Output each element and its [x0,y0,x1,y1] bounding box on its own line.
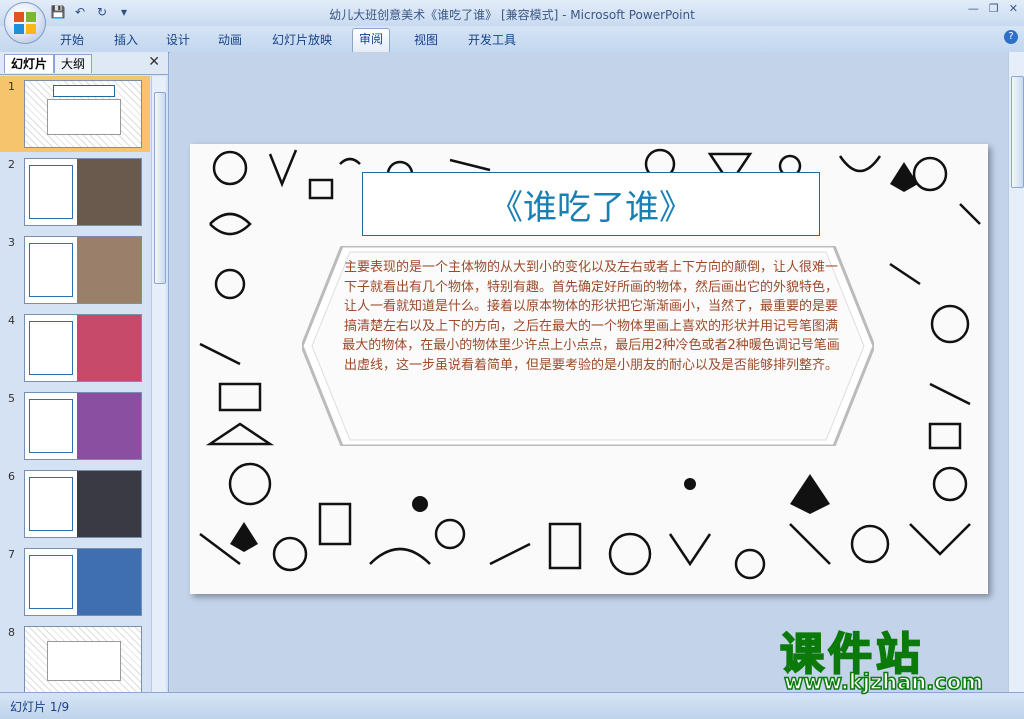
thumbnail-image [24,158,142,226]
slide-number: 6 [8,470,15,483]
slide-number: 2 [8,158,15,171]
thumbnail-scrollbar[interactable] [151,76,166,692]
tab-developer[interactable]: 开发工具 [462,30,522,50]
ribbon-tabs: 开始 插入 设计 动画 幻灯片放映 审阅 视图 开发工具 [0,26,1024,53]
office-logo-icon [14,12,36,34]
quick-access-toolbar: 💾 ↶ ↻ ▾ [50,4,132,20]
slide-editing-area: 《谁吃了谁》 主要表现的是一个主体物的从大到小的变化以及左右或者上下方向的颠倒，… [170,52,1008,692]
tab-slideshow[interactable]: 幻灯片放映 [266,30,338,50]
slide-thumbnail[interactable]: 8 [0,622,150,692]
thumbnail-image [24,392,142,460]
tab-outline[interactable]: 大纲 [54,54,93,73]
slide-thumbnail[interactable]: 3 [0,232,150,308]
slide-thumbnail[interactable]: 5 [0,388,150,464]
watermark-url: www.kjzhan.com [783,669,984,695]
slide-number: 3 [8,236,15,249]
slide-number: 5 [8,392,15,405]
help-icon[interactable]: ? [1004,30,1018,44]
window-title: 幼儿大班创意美术《谁吃了谁》 [兼容模式] - Microsoft PowerP… [329,8,695,22]
scrollbar-thumb[interactable] [154,92,166,284]
redo-icon[interactable]: ↻ [94,4,110,20]
restore-icon[interactable]: ❐ [989,2,999,15]
save-icon[interactable]: 💾 [50,4,66,20]
minimize-icon[interactable]: — [968,2,979,15]
thumbnail-image [24,314,142,382]
slide-canvas[interactable]: 《谁吃了谁》 主要表现的是一个主体物的从大到小的变化以及左右或者上下方向的颠倒，… [190,144,988,594]
slide-number: 1 [8,80,15,93]
slide-thumbnail[interactable]: 7 [0,544,150,620]
slide-counter: 幻灯片 1/9 [10,700,70,714]
tab-insert[interactable]: 插入 [108,30,144,50]
thumbnail-image [24,236,142,304]
thumbnail-list: 1 2 3 4 5 6 7 8 [0,76,150,692]
tab-view[interactable]: 视图 [408,30,444,50]
tab-slides[interactable]: 幻灯片 [4,54,55,73]
thumbnail-image [24,626,142,692]
slide-number: 4 [8,314,15,327]
slides-pane: 幻灯片 大纲 ✕ 1 2 3 4 5 6 7 8 [0,52,169,692]
slide-number: 7 [8,548,15,561]
close-icon[interactable]: ✕ [1009,2,1018,15]
slide-number: 8 [8,626,15,639]
slide-thumbnail[interactable]: 2 [0,154,150,230]
thumbnail-image [24,548,142,616]
slide-thumbnail[interactable]: 6 [0,466,150,542]
close-pane-icon[interactable]: ✕ [148,54,160,70]
tab-design[interactable]: 设计 [160,30,196,50]
slide-title: 《谁吃了谁》 [489,187,693,228]
slide-title-box[interactable]: 《谁吃了谁》 [362,172,820,236]
pane-tabs: 幻灯片 大纲 ✕ [0,52,168,75]
slide-thumbnail[interactable]: 1 [0,76,150,152]
customize-icon[interactable]: ▾ [116,4,132,20]
thumbnail-image [24,80,142,148]
slide-thumbnail[interactable]: 4 [0,310,150,386]
office-button[interactable] [4,2,46,44]
tab-home[interactable]: 开始 [54,30,90,50]
scrollbar-thumb[interactable] [1011,76,1024,188]
tab-animations[interactable]: 动画 [212,30,248,50]
slide-body-text[interactable]: 主要表现的是一个主体物的从大到小的变化以及左右或者上下方向的颠倒，让人很难一下子… [342,258,840,375]
thumbnail-image [24,470,142,538]
tab-review[interactable]: 审阅 [352,28,391,52]
watermark: 课件站 www.kjzhan.com [779,618,1010,698]
title-bar: 幼儿大班创意美术《谁吃了谁》 [兼容模式] - Microsoft PowerP… [0,0,1024,26]
window-controls: — ❐ ✕ [968,2,1018,15]
slide-scrollbar[interactable] [1008,52,1024,692]
undo-icon[interactable]: ↶ [72,4,88,20]
